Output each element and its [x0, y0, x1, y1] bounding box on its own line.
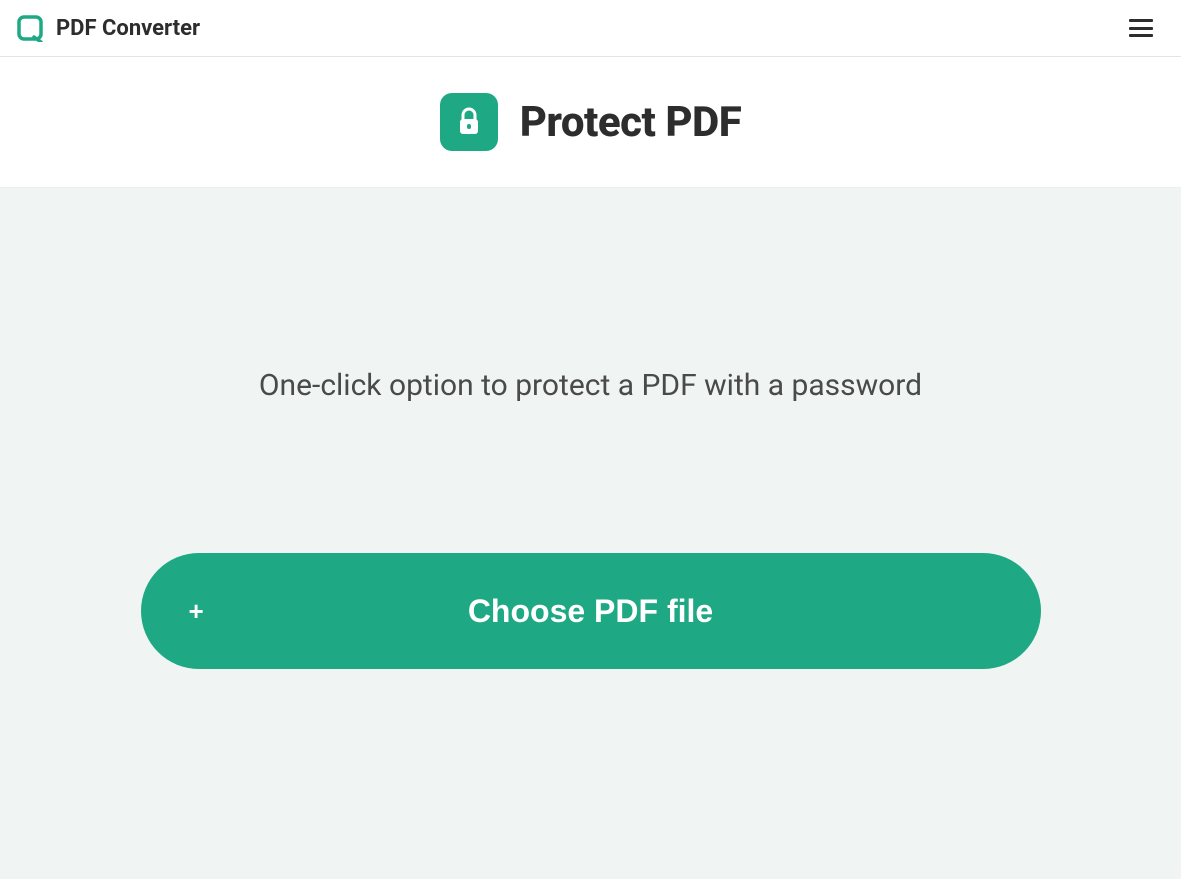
header: PDF Converter [0, 0, 1181, 57]
hamburger-icon [1129, 19, 1153, 22]
main-area: One-click option to protect a PDF with a… [0, 188, 1181, 879]
brand-name: PDF Converter [56, 16, 200, 41]
description: One-click option to protect a PDF with a… [0, 368, 1181, 403]
brand[interactable]: PDF Converter [16, 14, 200, 42]
menu-button[interactable] [1129, 19, 1153, 37]
logo-icon [16, 14, 44, 42]
choose-file-label: Choose PDF file [468, 593, 713, 630]
title-section: Protect PDF [0, 57, 1181, 188]
plus-icon: + [189, 596, 204, 627]
lock-icon [440, 93, 498, 151]
hamburger-icon [1129, 27, 1153, 30]
choose-file-button[interactable]: + Choose PDF file [141, 553, 1041, 669]
page-title: Protect PDF [520, 98, 742, 147]
hamburger-icon [1129, 34, 1153, 37]
